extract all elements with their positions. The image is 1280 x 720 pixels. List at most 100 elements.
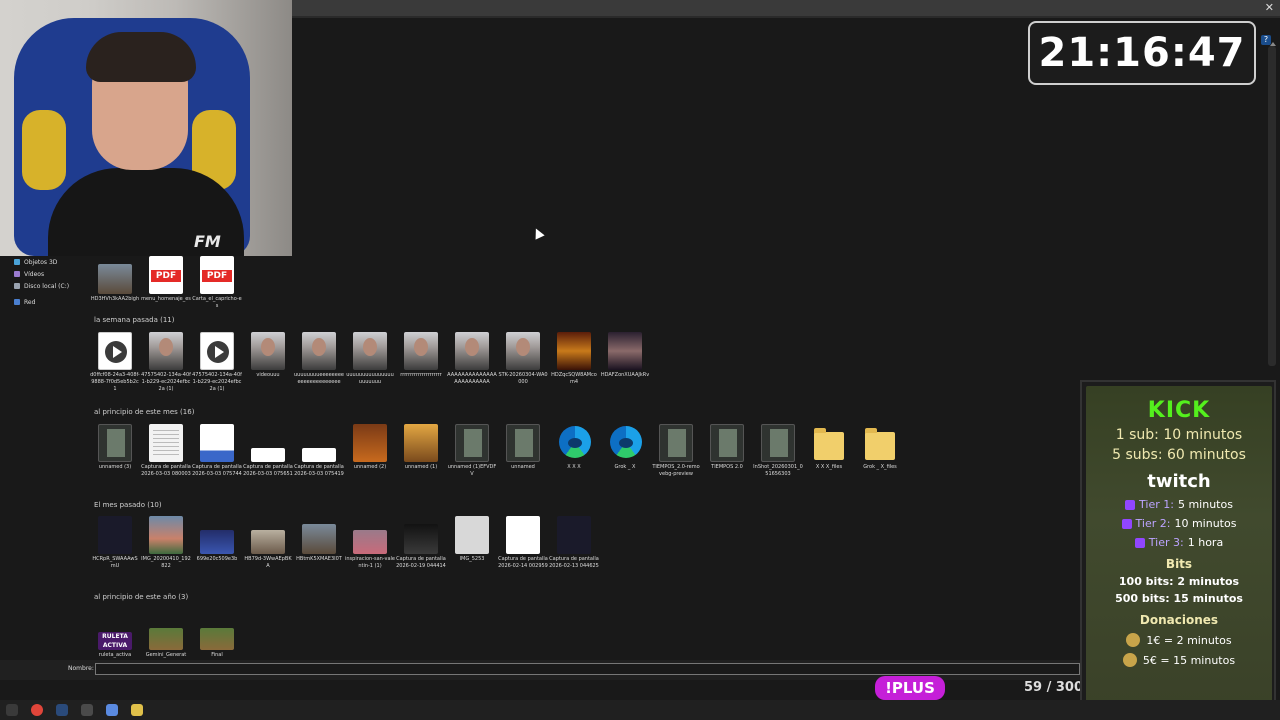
- file-name: HCRpR_SWAAAwSmU: [92, 556, 138, 569]
- file-name: Captura de pantalla 2026-03-03 080003: [141, 464, 191, 477]
- group-header[interactable]: al principio de este año (3): [94, 593, 188, 601]
- file-item[interactable]: Captura de pantalla 2026-03-03 080003: [141, 424, 191, 478]
- nav-item-icon: [14, 271, 20, 277]
- file-item[interactable]: RULETA ACTIVA ruleta_activa: [90, 612, 140, 659]
- file-thumbnail: [200, 628, 234, 650]
- file-thumbnail: [455, 516, 489, 554]
- file-item[interactable]: HBtmK5XMAE3I0T: [294, 516, 344, 563]
- file-item[interactable]: Final: [192, 612, 242, 659]
- file-name: Grok _ X_files: [863, 464, 897, 470]
- file-item[interactable]: Gemini_Generat: [141, 612, 191, 659]
- file-item[interactable]: unnamed (3): [90, 424, 140, 471]
- tier-level: Tier 2:: [1135, 517, 1171, 530]
- obs-icon[interactable]: [81, 704, 93, 716]
- file-item[interactable]: X X X_files: [804, 424, 854, 471]
- file-item[interactable]: rrrrrrrrrrrrrrrrrrrrr: [396, 332, 446, 379]
- group-header[interactable]: la semana pasada (11): [94, 316, 174, 324]
- steam-icon[interactable]: [56, 704, 68, 716]
- windows-start-icon[interactable]: [6, 704, 18, 716]
- file-item[interactable]: HDZqcSQW8AMcom4: [549, 332, 599, 386]
- file-item[interactable]: Captura de pantalla 2026-02-14 002959: [498, 516, 548, 570]
- file-thumbnail: [98, 516, 132, 554]
- file-item[interactable]: inspiracion-san-valentin-1 (1): [345, 516, 395, 570]
- tier-value: 1 hora: [1187, 536, 1224, 549]
- subathon-panel-inner: KICK 1 sub: 10 minutos 5 subs: 60 minuto…: [1086, 386, 1272, 714]
- nav-item[interactable]: Vídeos: [14, 268, 90, 280]
- chrome-profile-icon[interactable]: [106, 704, 118, 716]
- file-item[interactable]: d0ffcf08-24a3-408f-9888-7f0d5eb5b2c1: [90, 332, 140, 393]
- nav-item-icon: [14, 283, 20, 289]
- file-item[interactable]: IMG_5253: [447, 516, 497, 563]
- sub-counter: 59 / 300: [1024, 680, 1084, 695]
- file-name: unnamed (1)EFVDFV: [447, 464, 497, 477]
- file-thumbnail: [353, 332, 387, 370]
- file-name: TIEMPOS_2.0-removebg-preview: [652, 464, 700, 477]
- file-item[interactable]: Captura de pantalla 2026-02-19 044414: [396, 516, 446, 570]
- file-item[interactable]: Grok _ X: [600, 424, 650, 471]
- file-thumbnail: [455, 332, 489, 370]
- file-item[interactable]: unnamed: [498, 424, 548, 471]
- nav-item[interactable]: Objetos 3D: [14, 256, 90, 268]
- file-item[interactable]: Captura de pantalla 2026-03-03 075744: [192, 424, 242, 478]
- nav-item-label: Vídeos: [24, 270, 45, 278]
- nav-item-label: Disco local (C:): [24, 282, 70, 290]
- kick-rule-2: 5 subs: 60 minutos: [1112, 447, 1246, 463]
- file-thumbnail: [251, 332, 285, 370]
- folder-icon: [865, 428, 895, 460]
- nav-item[interactable]: Red: [14, 296, 90, 308]
- donations-list: 1€ = 2 minutos 5€ = 15 minutos: [1086, 633, 1272, 667]
- file-item[interactable]: TIEMPOS_2.0-removebg-preview: [651, 424, 701, 478]
- file-item[interactable]: Captura de pantalla 2026-03-03 075419: [294, 424, 344, 478]
- file-item[interactable]: unnamed (2): [345, 424, 395, 471]
- file-item[interactable]: HD3HVh3kAA2bigh: [90, 256, 140, 303]
- file-item[interactable]: TIEMPOS 2.0: [702, 424, 752, 471]
- tier-value: 5 minutos: [1177, 498, 1233, 511]
- file-item[interactable]: uuuuuuuueeeeeeeeeeeeeeeeeeeeee: [294, 332, 344, 386]
- webcam-overlay: FM: [0, 0, 292, 256]
- file-thumbnail: [98, 264, 132, 294]
- group-header[interactable]: El mes pasado (10): [94, 501, 162, 509]
- file-item[interactable]: Grok _ X_files: [855, 424, 905, 471]
- file-item[interactable]: HB79d-3WwAEpBKA: [243, 516, 293, 570]
- file-item[interactable]: AAAAAAAAAAAAAAAAAAAAAAAA: [447, 332, 497, 386]
- file-item[interactable]: IMG_20200410_192822: [141, 516, 191, 570]
- file-item[interactable]: Captura de pantalla 2026-02-13 044625: [549, 516, 599, 570]
- group-header[interactable]: al principio de este mes (16): [94, 408, 194, 416]
- vertical-scrollbar[interactable]: [1268, 46, 1276, 366]
- close-icon[interactable]: ✕: [1265, 1, 1274, 14]
- file-item[interactable]: STK-20260304-WA0000: [498, 332, 548, 386]
- file-item[interactable]: 699e20c509e3b: [192, 516, 242, 563]
- file-item[interactable]: Captura de pantalla 2026-03-03 075651: [243, 424, 293, 478]
- file-item[interactable]: HCRpR_SWAAAwSmU: [90, 516, 140, 570]
- file-item[interactable]: HDAFZonXUAAJkRv: [600, 332, 650, 379]
- file-thumbnail: [251, 530, 285, 554]
- file-item[interactable]: videouuu: [243, 332, 293, 379]
- chrome-icon[interactable]: [31, 704, 43, 716]
- nav-item[interactable]: Disco local (C:): [14, 280, 90, 292]
- file-thumbnail: [149, 424, 183, 462]
- nav-item-icon: [14, 299, 20, 305]
- file-item[interactable]: X X X: [549, 424, 599, 471]
- file-thumbnail: [506, 332, 540, 370]
- file-item[interactable]: 47575402-134a-40f1-b229-ec2024efbc2a (1): [141, 332, 191, 393]
- stream-clock: 21:16:47: [1028, 21, 1256, 85]
- file-item[interactable]: PDF Carta_el_capricho-es: [192, 256, 242, 310]
- file-item[interactable]: 47575402-134a-40f1-b229-ec2024efbc2a (1): [192, 332, 242, 393]
- scroll-up-icon[interactable]: [1270, 42, 1276, 46]
- edge-icon: [610, 426, 642, 458]
- file-thumbnail: [506, 516, 540, 554]
- desktop-root: ✕ ? FM 21:16:47 Objetos 3D Vídeos Disco lo…: [0, 0, 1280, 720]
- file-item[interactable]: InShot_20260301_051656303: [753, 424, 803, 478]
- file-thumbnail: [149, 628, 183, 650]
- app-icon[interactable]: [131, 704, 143, 716]
- file-item[interactable]: uuuuuuuuuuuuuuuuuuuuuu: [345, 332, 395, 386]
- file-thumbnail: [302, 332, 336, 370]
- file-item[interactable]: PDF menu_homenaje_es: [141, 256, 191, 303]
- file-item[interactable]: unnamed (1): [396, 424, 446, 471]
- file-thumbnail: [557, 424, 591, 462]
- file-item[interactable]: unnamed (1)EFVDFV: [447, 424, 497, 478]
- filename-input[interactable]: [95, 663, 1080, 675]
- file-name: HDZqcSQW8AMcom4: [551, 372, 597, 385]
- file-thumbnail: [863, 424, 897, 462]
- kick-rule-1: 1 sub: 10 minutos: [1115, 427, 1243, 443]
